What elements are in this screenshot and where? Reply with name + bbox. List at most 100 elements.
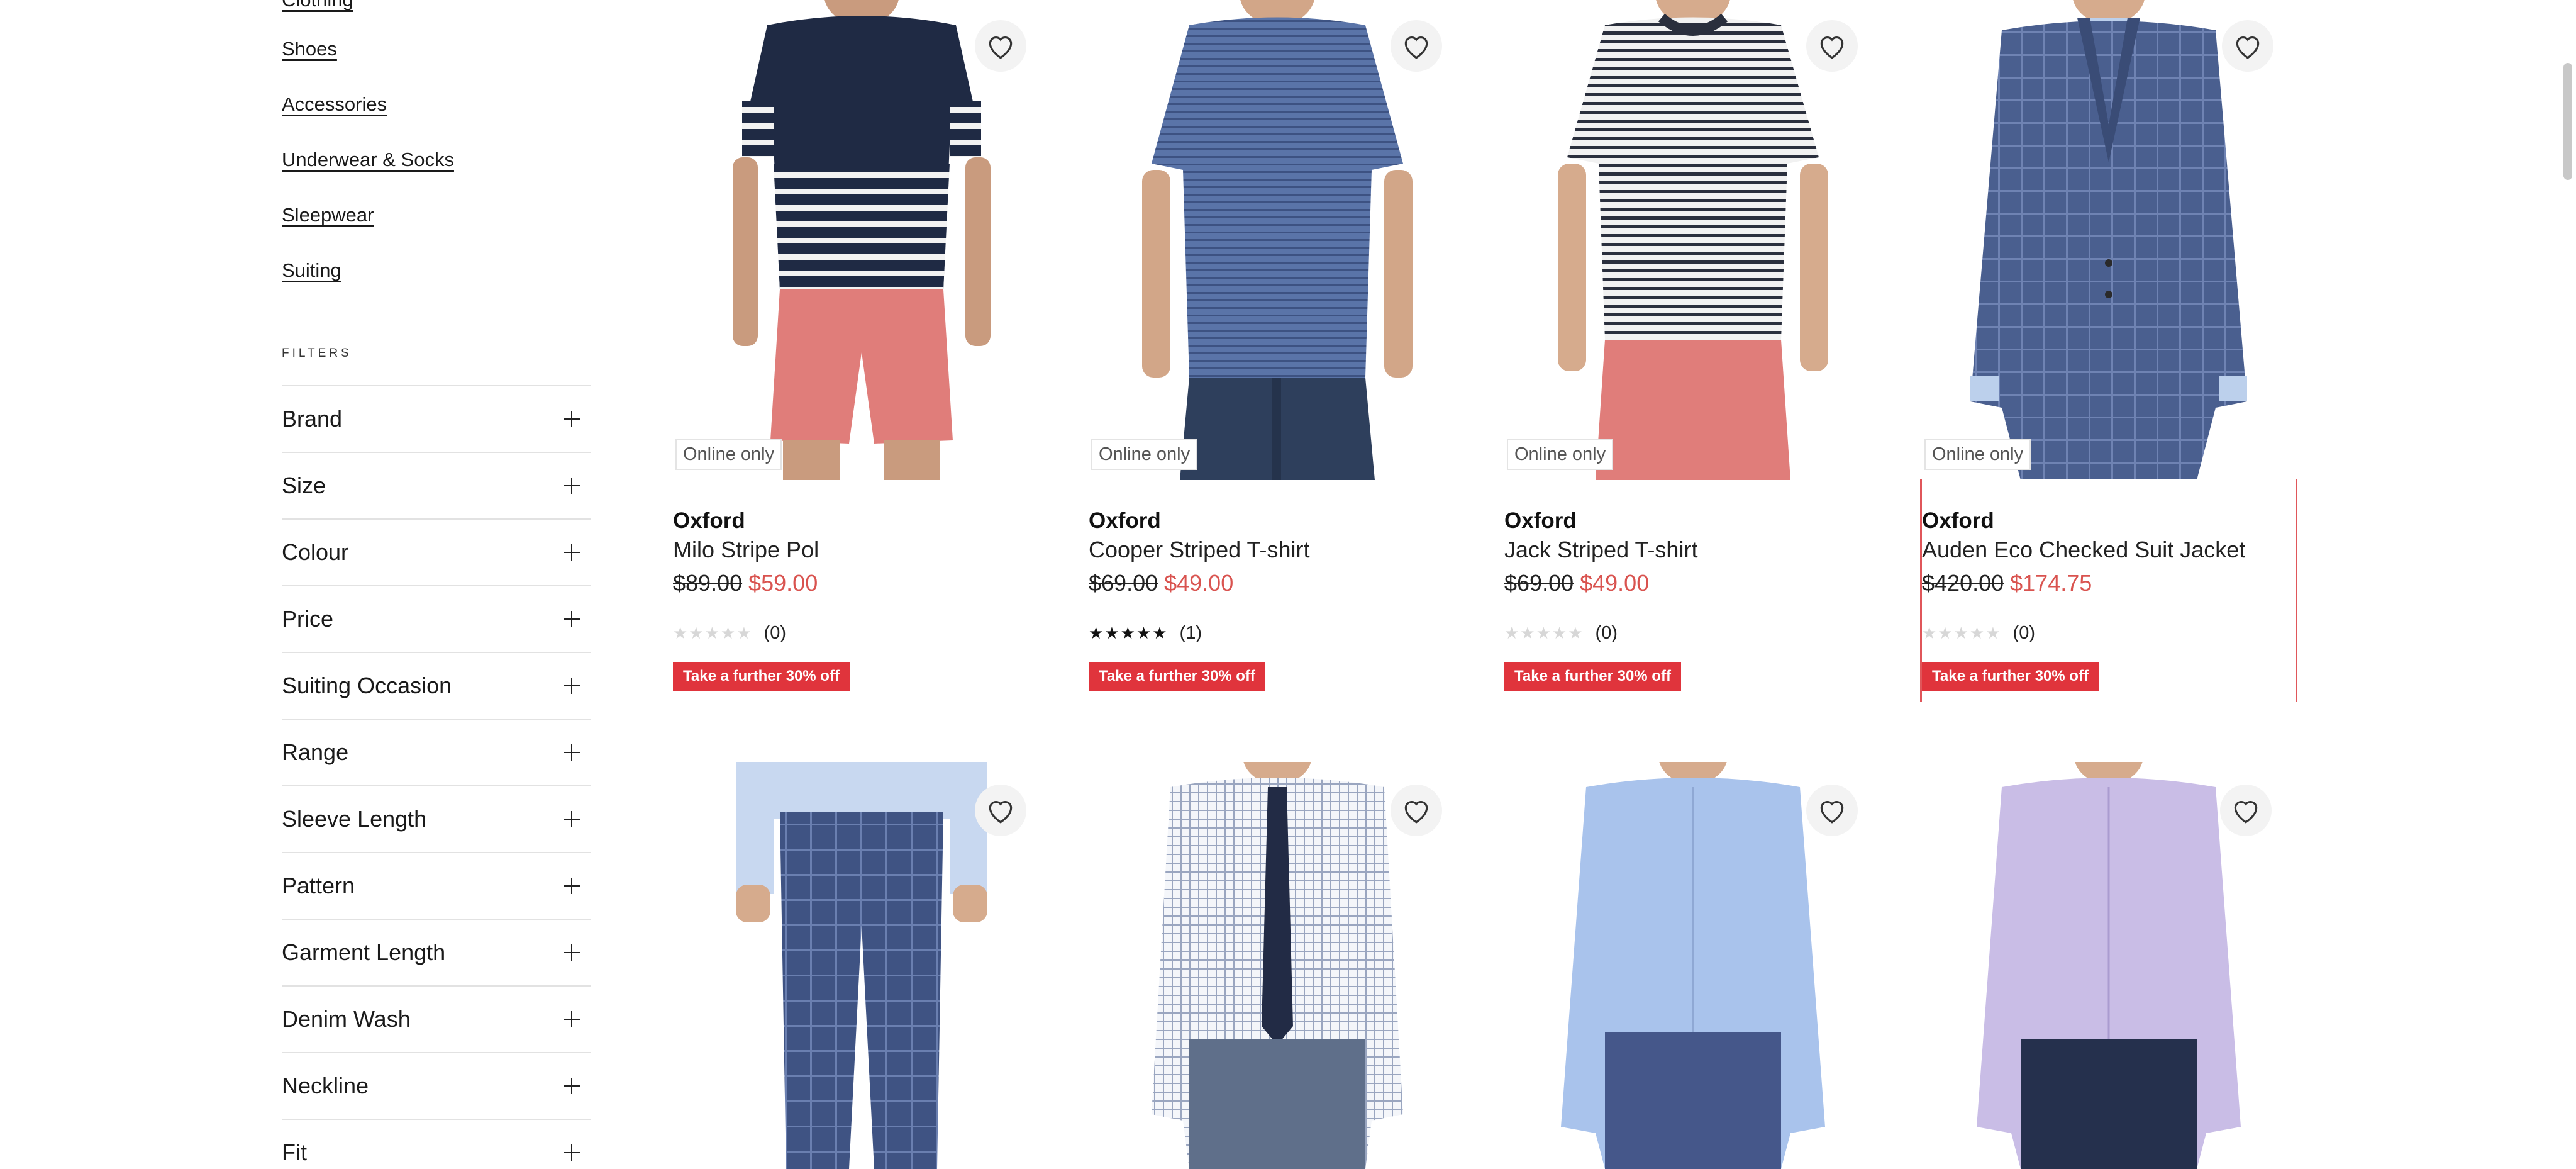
online-only-badge: Online only	[1507, 439, 1614, 470]
filter-neckline[interactable]: Neckline	[282, 1052, 591, 1119]
category-link-accessories[interactable]: Accessories	[282, 93, 387, 116]
filter-label: Price	[282, 606, 334, 632]
heart-icon	[989, 36, 1013, 59]
filter-brand[interactable]: Brand	[282, 385, 591, 452]
category-link-suiting[interactable]: Suiting	[282, 259, 341, 282]
wishlist-button[interactable]	[975, 785, 1026, 836]
category-link-underwear-socks[interactable]: Underwear & Socks	[282, 148, 454, 171]
category-link-clothing[interactable]: Clothing	[282, 0, 353, 11]
filter-garment-length[interactable]: Garment Length	[282, 919, 591, 985]
product-listing-page: Clothing Shoes Accessories Underwear & S…	[0, 0, 2576, 1169]
filter-label: Range	[282, 739, 349, 765]
wishlist-button[interactable]	[1806, 20, 1858, 72]
product-image[interactable]	[673, 0, 1050, 480]
plus-icon	[564, 811, 580, 827]
filter-colour[interactable]: Colour	[282, 518, 591, 585]
filter-label: Garment Length	[282, 939, 446, 965]
review-count: (0)	[763, 623, 786, 643]
sale-price: $59.00	[748, 570, 818, 596]
product-price: $69.00 $49.00	[1504, 570, 1649, 596]
product-brand: Oxford	[1922, 508, 1994, 533]
review-count: (0)	[1595, 623, 1618, 643]
plus-icon	[564, 478, 580, 494]
plus-icon	[564, 878, 580, 894]
product-brand: Oxford	[673, 508, 745, 533]
heart-icon	[989, 800, 1013, 824]
promo-badge: Take a further 30% off	[1089, 662, 1265, 691]
original-price: $420.00	[1922, 570, 2004, 596]
filter-label: Pattern	[282, 873, 355, 898]
wishlist-button[interactable]	[1391, 785, 1442, 836]
product-name[interactable]: Milo Stripe Pol	[673, 537, 819, 563]
product-brand: Oxford	[1089, 508, 1161, 533]
filter-list: Brand Size Colour Price Suiting Occasion…	[282, 385, 591, 1169]
wishlist-button[interactable]	[2220, 785, 2272, 836]
product-card[interactable]	[1920, 762, 2297, 1169]
plus-icon	[564, 611, 580, 627]
plus-icon	[564, 544, 580, 561]
filter-label: Fit	[282, 1139, 307, 1165]
online-only-badge: Online only	[675, 439, 782, 470]
product-card[interactable]	[1504, 762, 1882, 1169]
filter-label: Sleeve Length	[282, 806, 427, 832]
product-price: $420.00 $174.75	[1922, 570, 2092, 596]
product-card[interactable]: Online only Oxford Auden Eco Checked Sui…	[1920, 0, 2297, 702]
filter-suiting-occasion[interactable]: Suiting Occasion	[282, 652, 591, 719]
filter-range[interactable]: Range	[282, 719, 591, 785]
promo-badge: Take a further 30% off	[1504, 662, 1681, 691]
product-rating[interactable]: ★★★★★ (0)	[1922, 623, 2035, 644]
promo-badge: Take a further 30% off	[673, 662, 850, 691]
filter-size[interactable]: Size	[282, 452, 591, 518]
filter-label: Suiting Occasion	[282, 673, 452, 698]
filter-label: Neckline	[282, 1073, 369, 1099]
filter-label: Size	[282, 473, 326, 498]
product-price: $89.00 $59.00	[673, 570, 818, 596]
product-image[interactable]	[1504, 0, 1882, 480]
filter-denim-wash[interactable]: Denim Wash	[282, 985, 591, 1052]
heart-icon	[1404, 36, 1428, 59]
sale-price: $174.75	[2010, 570, 2092, 596]
wishlist-button[interactable]	[975, 20, 1026, 72]
plus-icon	[564, 944, 580, 961]
product-card[interactable]	[673, 762, 1050, 1169]
product-rating[interactable]: ★★★★★ (0)	[673, 623, 786, 644]
wishlist-button[interactable]	[1806, 785, 1858, 836]
product-card[interactable]	[1089, 762, 1466, 1169]
filter-label: Denim Wash	[282, 1006, 411, 1032]
heart-icon	[1820, 36, 1844, 59]
product-card[interactable]: Online only Oxford Jack Striped T-shirt …	[1504, 0, 1882, 705]
category-link-shoes[interactable]: Shoes	[282, 38, 337, 60]
product-name[interactable]: Jack Striped T-shirt	[1504, 537, 1697, 563]
filter-pattern[interactable]: Pattern	[282, 852, 591, 919]
wishlist-button[interactable]	[2222, 20, 2273, 72]
product-image[interactable]	[1920, 0, 2297, 479]
filters-heading: FILTERS	[282, 347, 352, 360]
product-name[interactable]: Auden Eco Checked Suit Jacket	[1922, 537, 2245, 563]
plus-icon	[564, 1011, 580, 1027]
filter-sleeve-length[interactable]: Sleeve Length	[282, 785, 591, 852]
plus-icon	[564, 411, 580, 427]
category-link-sleepwear[interactable]: Sleepwear	[282, 204, 374, 227]
original-price: $89.00	[673, 570, 743, 596]
product-rating[interactable]: ★★★★★ (0)	[1504, 623, 1618, 644]
plus-icon	[564, 1144, 580, 1161]
original-price: $69.00	[1504, 570, 1574, 596]
product-image[interactable]	[1089, 0, 1466, 480]
filter-fit[interactable]: Fit	[282, 1119, 591, 1169]
heart-icon	[1404, 800, 1428, 824]
promo-badge: Take a further 30% off	[1922, 662, 2099, 691]
product-name[interactable]: Cooper Striped T-shirt	[1089, 537, 1310, 563]
product-rating[interactable]: ★★★★★ (1)	[1089, 623, 1202, 644]
review-count: (1)	[1179, 623, 1202, 643]
heart-icon	[2236, 36, 2260, 59]
star-rating-icon: ★★★★★	[1922, 624, 2002, 642]
filter-label: Brand	[282, 406, 343, 432]
filter-price[interactable]: Price	[282, 585, 591, 652]
page-scrollbar[interactable]	[2563, 63, 2572, 180]
review-count: (0)	[2012, 623, 2035, 643]
wishlist-button[interactable]	[1391, 20, 1442, 72]
product-card[interactable]: Online only Oxford Cooper Striped T-shir…	[1089, 0, 1466, 705]
product-card[interactable]: Online only Oxford Milo Stripe Pol $89.0…	[673, 0, 1050, 705]
online-only-badge: Online only	[1924, 439, 2031, 470]
sale-price: $49.00	[1580, 570, 1650, 596]
